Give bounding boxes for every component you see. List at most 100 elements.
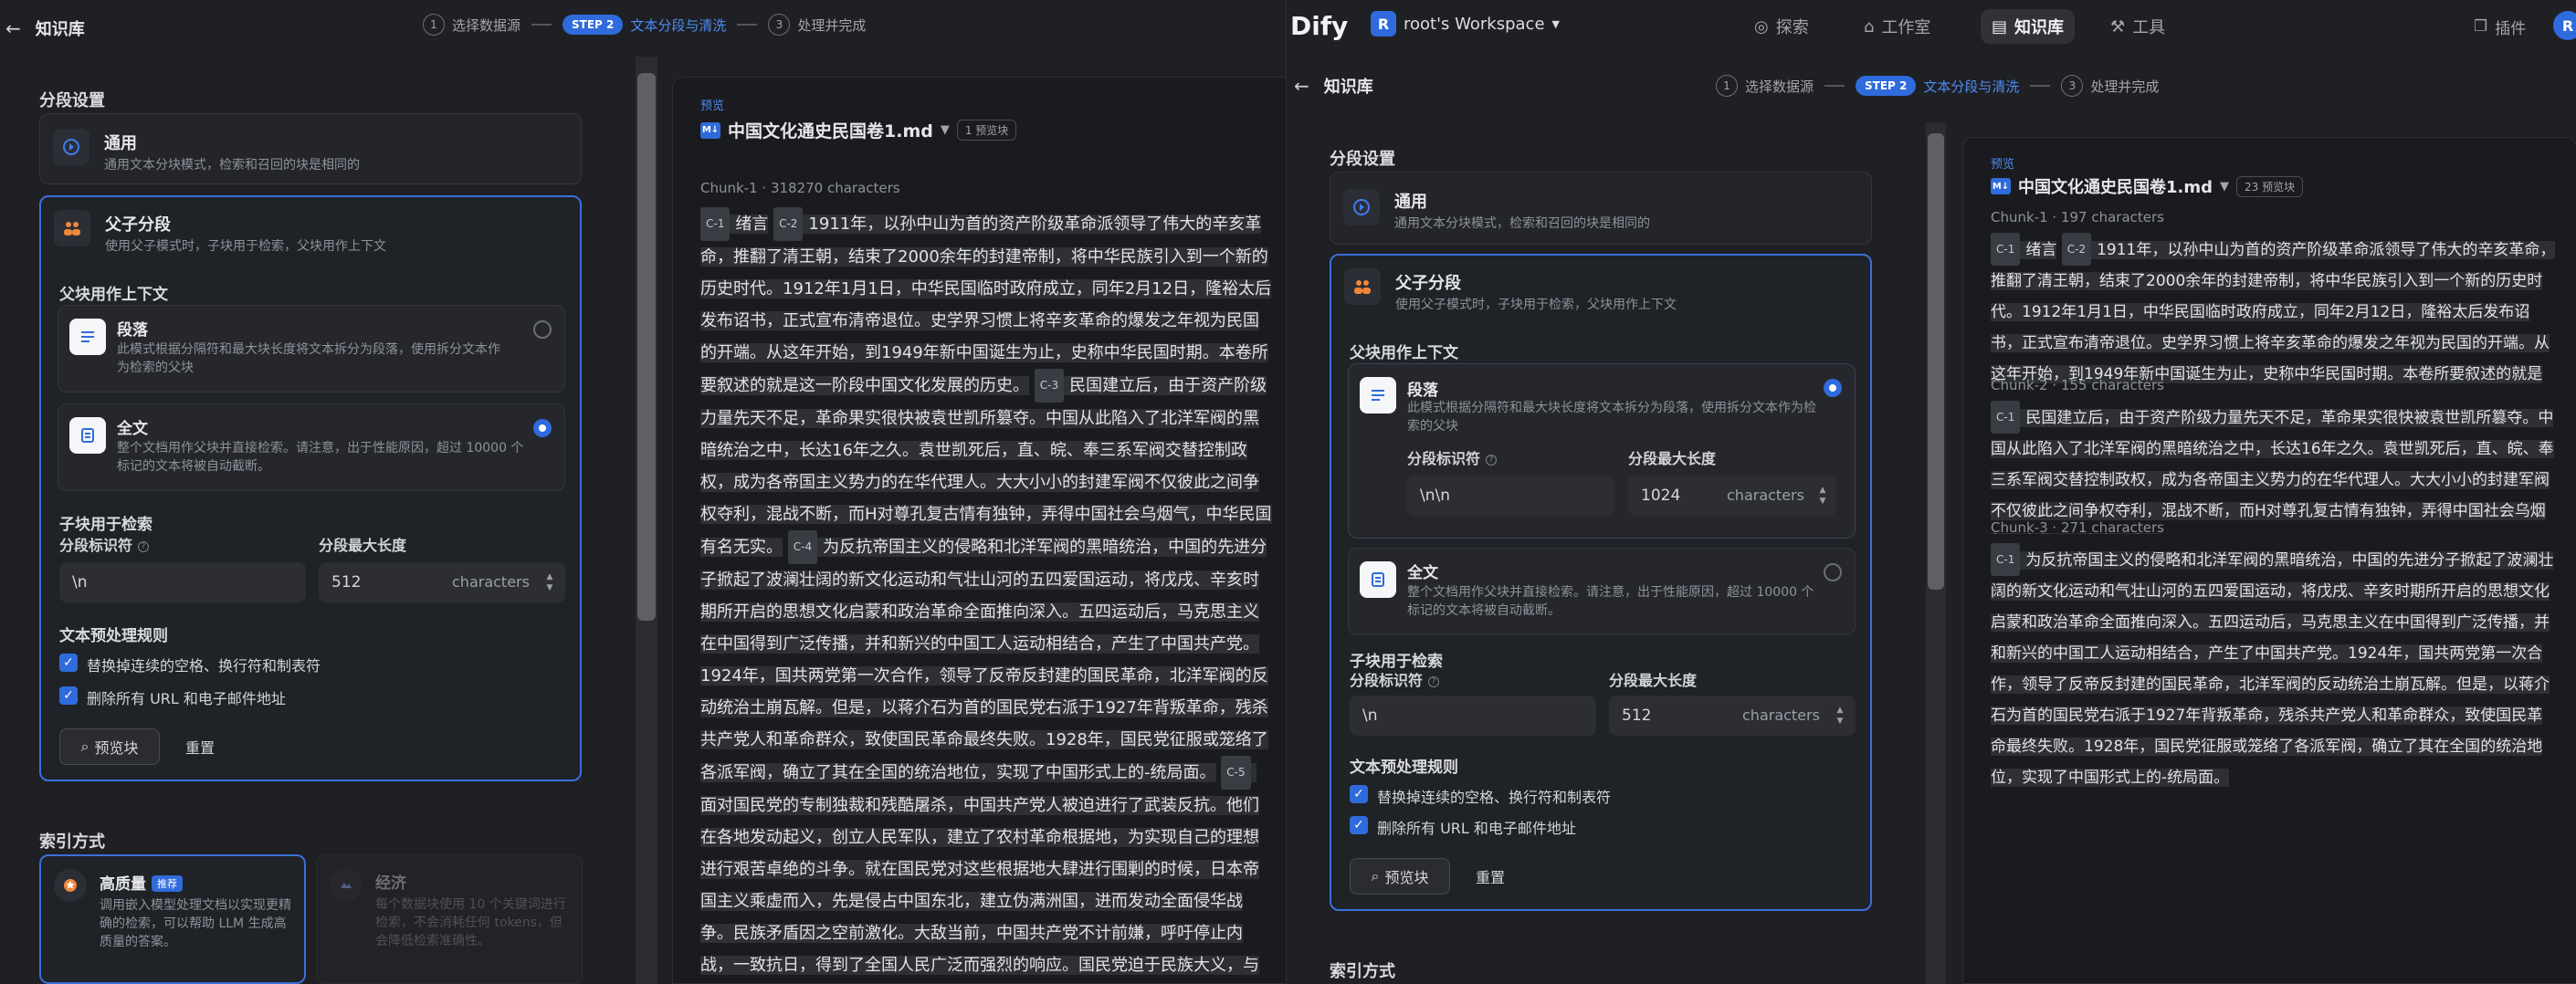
- preview-file-selector[interactable]: M↓ 中国文化通史民国卷1.md ▼ 23 预览块: [1991, 174, 2304, 198]
- fulltext-option-card[interactable]: 全文 整个文档用作父块并直接检索。请注意，出于性能原因，超过 10000 个标记…: [58, 403, 565, 491]
- paragraph-icon: [69, 319, 106, 355]
- nav-knowledge[interactable]: ▤ 知识库: [1981, 9, 2076, 44]
- step-3: 3 处理并完成: [768, 14, 866, 36]
- preview-panel: 预览 M↓ 中国文化通史民国卷1.md ▼ 1 预览块 Chunk-1 · 31…: [672, 77, 1286, 984]
- rule2-label: 删除所有 URL 和电子邮件地址: [87, 690, 286, 707]
- rule2-label: 删除所有 URL 和电子邮件地址: [1377, 820, 1576, 837]
- nav-studio-label: 工作室: [1881, 18, 1931, 37]
- separator-input[interactable]: \n: [59, 562, 306, 602]
- parent-child-mode-card[interactable]: 父子分段 使用父子模式时，子块用于检索，父块用作上下文 父块用作上下文 段落 此…: [1330, 254, 1872, 911]
- segment-settings-heading: 分段设置: [39, 91, 105, 110]
- high-quality-card[interactable]: 高质量 推荐 调用嵌入模型处理文档以实现更精确的检索，可以帮助 LLM 生成高质量…: [39, 854, 306, 984]
- fulltext-radio[interactable]: [533, 419, 552, 437]
- p-maxlen-unit: characters: [1727, 487, 1804, 504]
- help-icon[interactable]: ?: [1486, 454, 1498, 466]
- economy-desc: 每个数据块使用 10 个关键词进行检索，不会消耗任何 tokens，但会降低检索…: [375, 897, 566, 948]
- user-avatar[interactable]: R: [2553, 11, 2576, 40]
- search-icon: ⌕: [1371, 867, 1380, 885]
- left-window: ← 知识库 1 选择数据源 STEP 2 文本分段与清洗 3 处理并完成 分段设…: [0, 0, 1286, 984]
- child-chunk: C-1 民国建立后，由于资产阶级力量先天不足，革命果实很快被袁世凯所篡夺。中国从此…: [1991, 401, 2554, 534]
- page-title: 知识库: [35, 20, 85, 39]
- rule2-checkbox[interactable]: ✓: [59, 686, 78, 705]
- preview-chunks-button[interactable]: ⌕ 预览块: [1350, 858, 1450, 895]
- top-navigation: Dify R root's Workspace ▼ ◎ 探索 ⌂ 工作室 ▤ 知识库 …: [1287, 0, 2576, 51]
- paragraph-option-card[interactable]: 段落 此模式根据分隔符和最大块长度将文本拆分为段落，使用拆分文本作为检索的父块 …: [1348, 363, 1856, 539]
- stepper: 1 选择数据源 STEP 2 文本分段与清洗 3 处理并完成: [423, 14, 866, 36]
- step-connector: [531, 24, 552, 26]
- reset-button[interactable]: 重置: [173, 728, 227, 765]
- nav-tools[interactable]: ⚒ 工具: [2099, 9, 2176, 44]
- chunk-header: Chunk-2 · 155 characters: [1991, 377, 2164, 393]
- settings-scrollbar-thumb[interactable]: [637, 73, 656, 621]
- child-chunk-text: 为反抗帝国主义的侵略和北洋军阀的黑暗统治，中国的先进分子掀起了波澜壮阔的新文化运…: [700, 538, 1268, 782]
- high-quality-title-text: 高质量: [100, 875, 146, 894]
- general-mode-card[interactable]: 通用 通用文本分块模式，检索和召回的块是相同的: [39, 113, 582, 184]
- parent-child-title: 父子分段: [1395, 274, 1461, 293]
- paragraph-radio[interactable]: [533, 320, 552, 339]
- chunk-content: C-1 绪言 C-2 1911年，以孙中山为首的资产阶级革命派领导了伟大的辛亥革命，…: [1991, 233, 2557, 390]
- workspace-switcher[interactable]: R root's Workspace ▼: [1371, 11, 1560, 37]
- maxlen-stepper-icon[interactable]: ▲ ▼: [543, 571, 556, 593]
- rule2-checkbox[interactable]: ✓: [1350, 816, 1368, 834]
- nav-explore[interactable]: ◎ 探索: [1743, 9, 1820, 44]
- rule1-checkbox[interactable]: ✓: [1350, 785, 1368, 803]
- chunk-content: C-1 为反抗帝国主义的侵略和北洋军阀的黑暗统治，中国的先进分子掀起了波澜壮阔的新…: [1991, 543, 2557, 983]
- preview-file-selector[interactable]: M↓ 中国文化通史民国卷1.md ▼ 1 预览块: [700, 118, 1017, 142]
- fulltext-desc: 整个文档用作父块并直接检索。请注意，出于性能原因，超过 10000 个标记的文本…: [1407, 585, 1814, 618]
- reset-button[interactable]: 重置: [1463, 858, 1518, 895]
- paragraph-title: 段落: [1407, 382, 1438, 400]
- p-maxlen-stepper-icon[interactable]: ▲ ▼: [1816, 485, 1829, 507]
- child-chunk-tag: C-1: [700, 207, 731, 241]
- dify-logo[interactable]: Dify: [1290, 11, 1348, 41]
- preview-chunks-button[interactable]: ⌕ 预览块: [59, 728, 160, 765]
- p-maxlen-value: 1024: [1641, 487, 1681, 505]
- step-3-number: 3: [2061, 75, 2084, 97]
- child-chunk-text: 1911年，以孙中山为首的资产阶级革命派领导了伟大的辛亥革命，推翻了清王朝，结束…: [700, 215, 1272, 395]
- help-icon[interactable]: ?: [1428, 675, 1440, 687]
- child-chunk-tag: C-1: [1991, 543, 2021, 576]
- fulltext-icon: [1360, 561, 1396, 598]
- markdown-file-icon: M↓: [1991, 178, 2011, 194]
- settings-scrollbar[interactable]: [636, 57, 657, 984]
- settings-scrollbar[interactable]: [1926, 122, 1946, 984]
- separator-input[interactable]: \n: [1350, 696, 1596, 736]
- general-mode-icon: [53, 129, 89, 165]
- search-icon: ⌕: [80, 738, 89, 755]
- rule1-checkbox[interactable]: ✓: [59, 654, 78, 672]
- economy-card[interactable]: 经济 每个数据块使用 10 个关键词进行检索，不会消耗任何 tokens，但会降…: [316, 854, 583, 984]
- p-separator-input[interactable]: \n\n: [1407, 476, 1615, 516]
- child-chunk-text: 绪言: [2025, 241, 2057, 259]
- settings-scrollbar-thumb[interactable]: [1928, 133, 1944, 590]
- plugins-button[interactable]: ❒ 插件: [2463, 9, 2537, 44]
- paragraph-icon: [1360, 377, 1396, 413]
- fulltext-option-card[interactable]: 全文 整个文档用作父块并直接检索。请注意，出于性能原因，超过 10000 个标记…: [1348, 548, 1856, 635]
- maxlen-value: 512: [1622, 707, 1652, 725]
- child-chunk-text: 民国建立后，由于资产阶级力量先天不足，革命果实很快被袁世凯所篡夺。中国从此陷入了…: [1991, 409, 2554, 534]
- help-icon[interactable]: ?: [138, 540, 150, 552]
- paragraph-option-card[interactable]: 段落 此模式根据分隔符和最大块长度将文本拆分为段落，使用拆分文本作为检索的父块: [58, 305, 565, 393]
- back-arrow-icon[interactable]: ←: [5, 17, 21, 39]
- maxlen-stepper-icon[interactable]: ▲ ▼: [1834, 705, 1846, 727]
- child-chunk-tag: C-3: [1034, 369, 1065, 403]
- nav-tools-label: 工具: [2132, 18, 2166, 37]
- stepper: 1 选择数据源 STEP 2 文本分段与清洗 3 处理并完成: [1716, 75, 2159, 97]
- child-chunk: C-1 绪言: [1991, 233, 2057, 266]
- cube-icon: ❒: [2474, 17, 2488, 36]
- parent-context-heading: 父块用作上下文: [1350, 344, 1458, 362]
- nav-studio[interactable]: ⌂ 工作室: [1853, 9, 1941, 44]
- parent-child-mode-card[interactable]: 父子分段 使用父子模式时，子块用于检索，父块用作上下文 父块用作上下文 段落 此…: [39, 195, 582, 781]
- maxlen-label: 分段最大长度: [1609, 672, 1698, 689]
- paragraph-radio[interactable]: [1824, 379, 1842, 397]
- step-connector: [737, 24, 758, 26]
- back-arrow-icon[interactable]: ←: [1294, 75, 1309, 97]
- maxlen-value: 512: [331, 573, 362, 591]
- fulltext-radio[interactable]: [1824, 563, 1842, 581]
- step-connector: [2030, 85, 2051, 87]
- step-3-label: 处理并完成: [2090, 78, 2160, 95]
- general-mode-card[interactable]: 通用 通用文本分块模式，检索和召回的块是相同的: [1330, 172, 1872, 245]
- child-chunk: C-3 民国建立后，由于资产阶级力量先天不足，革命果实很快被袁世凯所篡夺。中国从此…: [700, 369, 1272, 557]
- chunk-header: Chunk-3 · 271 characters: [1991, 519, 2164, 536]
- step-1: 1 选择数据源: [423, 14, 520, 36]
- nav-knowledge-label: 知识库: [2014, 18, 2065, 37]
- parent-child-icon: [54, 210, 90, 246]
